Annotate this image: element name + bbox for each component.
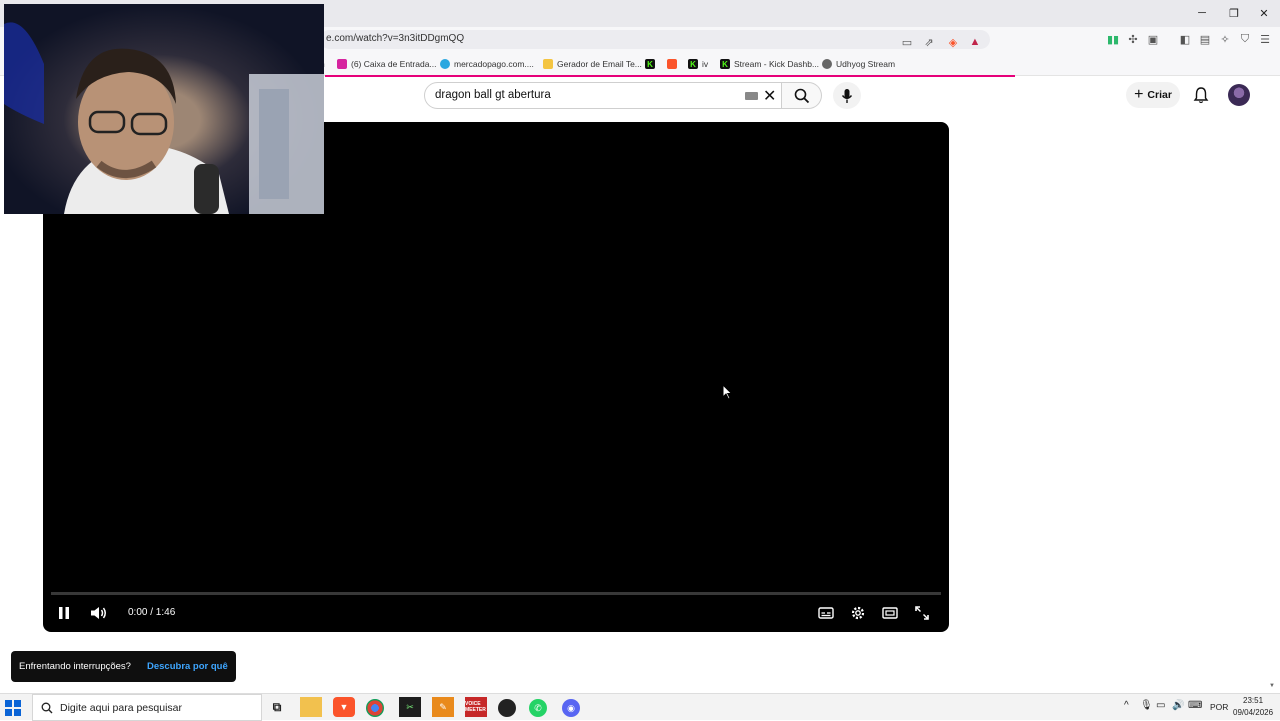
- minimize-button[interactable]: ─: [1192, 4, 1212, 22]
- brave-rewards-icon[interactable]: ▲: [968, 35, 982, 49]
- search-icon: [41, 702, 53, 714]
- tray-expand-icon[interactable]: ^: [1124, 700, 1129, 711]
- search-button[interactable]: [782, 82, 822, 109]
- url-bar[interactable]: e.com/watch?v=3n3itDDgmQQ ▭ ⇗ ◈ ▲: [320, 30, 990, 49]
- subtitles-button[interactable]: [813, 602, 839, 624]
- webcam-overlay: [4, 4, 324, 214]
- wallet-icon[interactable]: ▤: [1198, 32, 1212, 46]
- create-button[interactable]: + Criar: [1126, 82, 1180, 108]
- windows-start-button[interactable]: [5, 700, 21, 716]
- search-input[interactable]: dragon ball gt abertura ✕: [424, 82, 782, 109]
- network-icon[interactable]: ▭: [1156, 700, 1165, 711]
- plus-icon: +: [1134, 86, 1144, 103]
- chrome-icon[interactable]: [366, 699, 384, 717]
- cast-icon[interactable]: ▭: [900, 35, 914, 49]
- kick-icon: K: [645, 59, 655, 69]
- kick-icon: K: [688, 59, 698, 69]
- menu-icon[interactable]: ☰: [1258, 32, 1272, 46]
- bookmark-udhyog[interactable]: Udhyog Stream: [822, 57, 895, 71]
- theater-mode-icon: [882, 607, 898, 619]
- obs-icon[interactable]: [498, 699, 516, 717]
- bookmark-kick-iv[interactable]: Kiv: [688, 57, 708, 71]
- globe-icon: [822, 59, 832, 69]
- tab-search-icon[interactable]: ▣: [1146, 32, 1160, 46]
- language-indicator[interactable]: POR: [1210, 702, 1228, 712]
- fullscreen-button[interactable]: [909, 602, 935, 624]
- microphone-tray-icon[interactable]: 🎙: [1140, 700, 1153, 711]
- keyboard-tray-icon[interactable]: ⌨: [1188, 700, 1202, 711]
- search-icon: [794, 88, 809, 103]
- video-progress-bar[interactable]: [51, 592, 941, 595]
- clock-time[interactable]: 23:51: [1243, 696, 1263, 705]
- bookmark-brave[interactable]: [667, 57, 681, 71]
- keyboard-icon[interactable]: [745, 92, 758, 100]
- discord-icon[interactable]: ◉: [562, 699, 580, 717]
- theater-mode-button[interactable]: [877, 602, 903, 624]
- brave-shield-icon[interactable]: ◈: [946, 35, 960, 49]
- vpn-icon[interactable]: ⛉: [1238, 32, 1252, 46]
- volume-icon: [91, 607, 106, 619]
- volume-button[interactable]: [86, 602, 112, 624]
- instagram-icon: [337, 59, 347, 69]
- pause-button[interactable]: [51, 602, 77, 624]
- toast-learn-more-link[interactable]: Descubra por quê: [147, 661, 228, 672]
- speaker-icon[interactable]: 🔊: [1172, 700, 1184, 711]
- editor-icon[interactable]: ✎: [432, 697, 454, 717]
- bell-icon: [1193, 87, 1209, 104]
- extensions-puzzle-icon[interactable]: ✣: [1126, 32, 1140, 46]
- bookmark-email-generator[interactable]: Gerador de Email Te...: [543, 57, 642, 71]
- search-query: dragon ball gt abertura: [435, 89, 551, 101]
- clock-date[interactable]: 09/04/2026: [1233, 708, 1273, 717]
- sidebar-icon[interactable]: ◧: [1178, 32, 1192, 46]
- microphone-icon: [841, 88, 853, 103]
- pause-icon: [59, 607, 69, 619]
- video-time: 0:00 / 1:46: [128, 607, 176, 618]
- leo-ai-icon[interactable]: ✧: [1218, 32, 1232, 46]
- scroll-down-arrow[interactable]: ▼: [1269, 683, 1275, 689]
- toast-message: Enfrentando interrupções?: [19, 661, 131, 672]
- mouse-cursor-icon: [722, 384, 732, 400]
- brave-icon: [667, 59, 677, 69]
- voicemeeter-icon[interactable]: VOICE MEETER: [465, 697, 487, 717]
- mercadopago-icon: [440, 59, 450, 69]
- bookmark-kick[interactable]: K: [645, 57, 659, 71]
- whatsapp-icon[interactable]: ✆: [529, 699, 547, 717]
- windows-taskbar: Digite aqui para pesquisar ⧉ ▼ ✂ ✎ VOICE…: [0, 693, 1280, 721]
- bookmark-instagram[interactable]: (6) Caixa de Entrada...: [337, 57, 437, 71]
- subtitles-icon: [818, 607, 834, 619]
- brave-browser-icon[interactable]: ▼: [333, 697, 355, 717]
- taskbar-search-placeholder: Digite aqui para pesquisar: [60, 702, 182, 714]
- settings-button[interactable]: [845, 602, 871, 624]
- kick-icon: K: [720, 59, 730, 69]
- gear-icon: [851, 606, 865, 620]
- clear-search-icon[interactable]: ✕: [763, 86, 776, 106]
- fullscreen-icon: [915, 606, 929, 620]
- interruption-toast: Enfrentando interrupções? Descubra por q…: [11, 651, 236, 682]
- share-icon[interactable]: ⇗: [922, 35, 936, 49]
- memo-icon: [543, 59, 553, 69]
- bookmark-kick-dashboard[interactable]: K Stream - Kick Dashb...: [720, 57, 819, 71]
- task-view-icon[interactable]: ⧉: [266, 697, 288, 717]
- taskbar-search-input[interactable]: Digite aqui para pesquisar: [32, 694, 262, 721]
- bookmark-mercadopago[interactable]: mercadopago.com....: [440, 57, 534, 71]
- url-text: e.com/watch?v=3n3itDDgmQQ: [326, 33, 465, 44]
- restore-button[interactable]: ❐: [1224, 4, 1244, 22]
- voice-search-button[interactable]: [833, 82, 861, 109]
- streamer-camera-image: [4, 22, 324, 214]
- avatar[interactable]: [1228, 84, 1250, 106]
- file-explorer-icon[interactable]: [300, 697, 322, 717]
- extension-icon[interactable]: ▮▮: [1106, 32, 1120, 46]
- page-loading-bar: [325, 75, 1015, 77]
- capcut-icon[interactable]: ✂: [399, 697, 421, 717]
- close-window-button[interactable]: ✕: [1254, 4, 1274, 22]
- notifications-button[interactable]: [1190, 84, 1212, 106]
